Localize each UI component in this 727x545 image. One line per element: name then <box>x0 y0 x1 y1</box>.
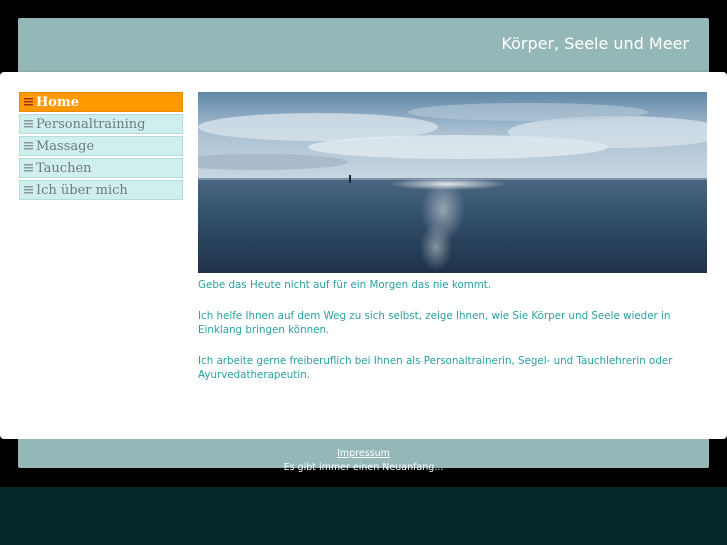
site-title: Körper, Seele und Meer <box>501 34 689 53</box>
menu-lines-icon <box>24 120 33 128</box>
impressum-link[interactable]: Impressum <box>0 448 727 459</box>
intro-paragraph-3: Ich arbeite gerne freiberuflich bei Ihne… <box>198 355 673 381</box>
content-panel: Home Personaltraining Massage Tauchen Ic… <box>0 72 727 439</box>
menu-lines-icon <box>24 186 33 194</box>
intro-text: Gebe das Heute nicht auf für ein Morgen … <box>198 278 710 399</box>
intro-paragraph-1: Gebe das Heute nicht auf für ein Morgen … <box>198 279 492 291</box>
nav-item-label: Ich über mich <box>36 182 128 198</box>
sea-horizon-illustration <box>198 92 707 273</box>
footer-tagline: Es gibt immer einen Neuanfang... <box>283 462 444 473</box>
nav-item-label: Personaltraining <box>36 116 146 132</box>
nav-item-personaltraining[interactable]: Personaltraining <box>19 114 183 134</box>
menu-lines-icon <box>24 142 33 150</box>
header-bar: Körper, Seele und Meer <box>18 18 709 74</box>
page-bottom-band <box>0 487 727 545</box>
nav-item-label: Massage <box>36 138 95 154</box>
nav-item-ich-ueber-mich[interactable]: Ich über mich <box>19 180 183 200</box>
hero-sea-image <box>198 92 707 273</box>
nav-item-home[interactable]: Home <box>19 92 183 112</box>
nav-item-massage[interactable]: Massage <box>19 136 183 156</box>
nav-item-label: Home <box>36 94 79 110</box>
nav-item-tauchen[interactable]: Tauchen <box>19 158 183 178</box>
intro-paragraph-2: Ich helfe Ihnen auf dem Weg zu sich selb… <box>198 310 671 336</box>
sidebar-nav: Home Personaltraining Massage Tauchen Ic… <box>19 92 183 202</box>
menu-lines-icon <box>24 164 33 172</box>
menu-lines-icon <box>24 98 33 106</box>
nav-item-label: Tauchen <box>36 160 92 176</box>
